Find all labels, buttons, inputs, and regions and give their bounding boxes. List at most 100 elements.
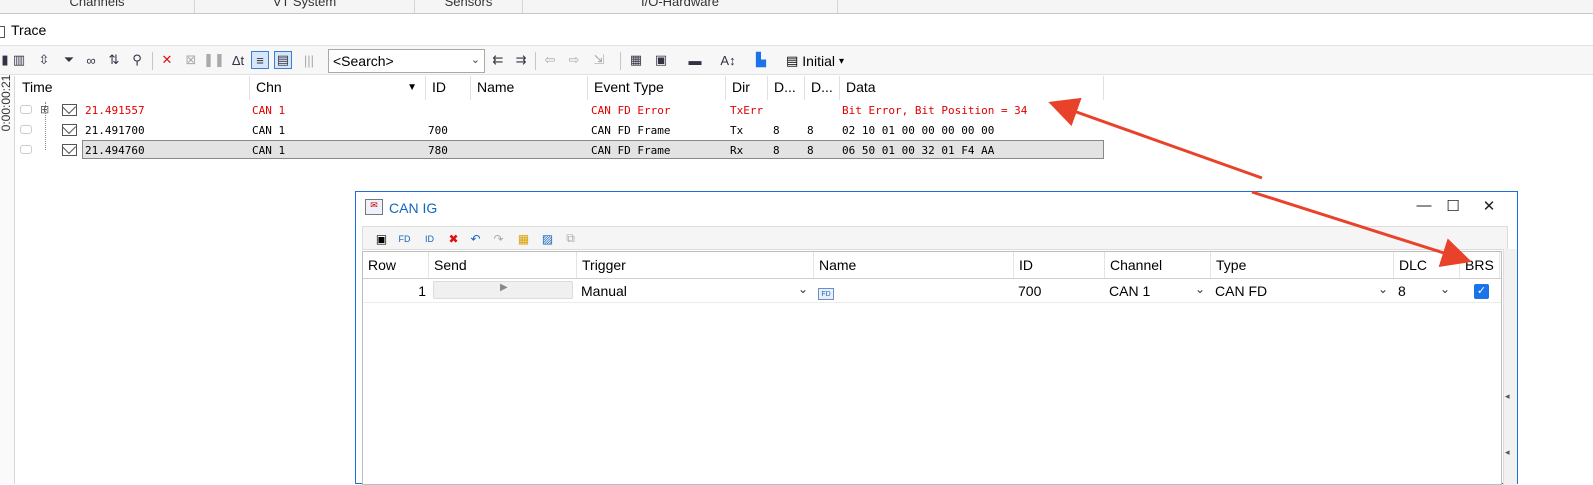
minimize-button[interactable]: — (1409, 197, 1439, 214)
image-icon[interactable]: ▨ (539, 230, 556, 247)
dlc-select[interactable]: 8 ⌄ (1394, 280, 1456, 302)
close-button[interactable]: ✕ (1474, 197, 1504, 215)
col-row[interactable]: Row (363, 252, 429, 278)
channel-select[interactable]: CAN 1 ⌄ (1105, 280, 1211, 302)
columns-icon[interactable]: ||| (300, 51, 318, 69)
initial-layout-button[interactable]: ▤ Initial ▾ (786, 51, 844, 71)
pause-icon[interactable]: ❚❚ (203, 51, 225, 69)
cell-data: Bit Error, Bit Position = 34 (842, 104, 1028, 117)
search-input[interactable]: <Search> ⌄ (328, 49, 485, 73)
trace-icon (0, 26, 5, 38)
delete-icon[interactable]: ✖ (445, 230, 462, 247)
can-ig-dialog: ✉ CAN IG — ☐ ✕ ▣ FD ID ✖ ↶ ↷ ▦ ▨ ⧉ Row S… (355, 191, 1518, 485)
col-dir[interactable]: Dir (726, 76, 768, 100)
delete-icon[interactable]: ✕ (158, 51, 176, 69)
brs-cell: ✓ (1460, 280, 1500, 302)
col-type[interactable]: Type (1211, 252, 1394, 278)
send-button[interactable]: ▶ (433, 281, 573, 299)
arrow-left-icon[interactable]: ⇦ (541, 51, 559, 69)
tab-io-hardware[interactable]: I/O-Hardware (523, 0, 838, 13)
col-chn-label: Chn (256, 79, 282, 95)
text-size-icon[interactable]: A↕ (719, 51, 737, 69)
database-icon[interactable]: ▦ (515, 230, 532, 247)
chevron-down-icon: ▼ (407, 82, 417, 93)
cell-data-length: 8 (807, 144, 814, 157)
col-data[interactable]: Data (840, 76, 1104, 100)
cell-event-type: CAN FD Error (591, 104, 671, 117)
col-send[interactable]: Send (429, 252, 577, 278)
chevron-down-icon: ⌄ (1439, 282, 1450, 296)
dialog-scrollbar[interactable]: ◂ ◂ (1503, 249, 1517, 485)
trace-toolbar: ▮ ▥ ⇳ ⏷ ∞ ⇅ ⚲ ✕ ⊠ ❚❚ Δt ≡ ▤ ||| <Search>… (0, 45, 1593, 75)
add-fd-message-icon[interactable]: FD (396, 230, 413, 247)
trace-row[interactable]: 21.491557 CAN 1 CAN FD Error TxErr Bit E… (16, 101, 1104, 121)
add-fd-id-icon[interactable]: ID (421, 230, 438, 247)
col-brs[interactable]: BRS (1460, 252, 1500, 278)
separator-icon[interactable]: ▬ (686, 51, 704, 69)
trace-window-title: Trace (0, 20, 1593, 42)
undo-icon[interactable]: ↶ (467, 230, 484, 247)
cell-chn: CAN 1 (252, 124, 286, 137)
col-name[interactable]: Name (471, 76, 588, 100)
layout-icon[interactable]: ▦ (627, 51, 645, 69)
cell-event-type: CAN FD Frame (591, 144, 671, 157)
chevron-down-icon[interactable]: ⌄ (471, 53, 480, 66)
cell-time: 21.491700 (85, 124, 145, 137)
chevron-down-icon: ⌄ (797, 282, 808, 296)
dialog-titlebar[interactable]: ✉ CAN IG — ☐ ✕ (356, 192, 1517, 223)
maximize-button[interactable]: ☐ (1438, 197, 1468, 215)
binoculars-icon[interactable]: ⚲ (128, 51, 146, 69)
tab-channels[interactable]: Channels (0, 0, 195, 13)
clear-filter-icon[interactable]: ⊠ (182, 51, 200, 69)
arrow-right-icon[interactable]: ⇨ (565, 51, 583, 69)
col-chn[interactable]: Chn ▼ (250, 76, 426, 100)
cell-dir: Tx (730, 124, 744, 137)
dlc-value: 8 (1398, 283, 1406, 299)
statistics-icon[interactable]: ▥ (10, 51, 28, 69)
time-mode-icon[interactable]: ≡ (251, 51, 269, 69)
col-id[interactable]: ID (1014, 252, 1105, 278)
name-cell[interactable]: FD (814, 280, 1014, 302)
fd-message-icon: FD (818, 288, 834, 300)
col-name[interactable]: Name (814, 252, 1014, 278)
trace-row[interactable]: 21.491700 CAN 1 700 CAN FD Frame Tx 8 8 … (16, 121, 1104, 141)
scroll-icon[interactable]: ⇳ (35, 51, 53, 69)
top-tab-strip: Channels VT System Sensors I/O-Hardware (0, 0, 1593, 14)
scroll-handle-icon[interactable]: ◂ (1505, 447, 1510, 458)
id-cell[interactable]: 700 (1014, 280, 1105, 302)
type-select[interactable]: CAN FD ⌄ (1211, 280, 1394, 302)
color-icon[interactable]: ▙ (752, 51, 770, 69)
cell-data: 06 50 01 00 32 01 F4 AA (842, 144, 995, 157)
tab-vt-system[interactable]: VT System (195, 0, 415, 13)
filter-glasses-icon[interactable]: ∞ (82, 51, 100, 69)
scroll-handle-icon[interactable]: ◂ (1505, 391, 1510, 402)
col-data-length[interactable]: D... (805, 76, 840, 100)
cell-dlc: 8 (773, 144, 780, 157)
detail-view-icon[interactable]: ▤ (274, 51, 292, 69)
marker-icon[interactable]: ⇲ (590, 51, 608, 69)
col-dlc[interactable]: DLC (1394, 252, 1460, 278)
cell-time: 21.491557 (85, 104, 145, 117)
trace-row-selected[interactable]: 21.494760 CAN 1 780 CAN FD Frame Rx 8 8 … (82, 140, 1104, 159)
filter-sort-icon[interactable]: ⇅ (105, 51, 123, 69)
window-icon[interactable]: ▣ (652, 51, 670, 69)
col-channel[interactable]: Channel (1105, 252, 1211, 278)
col-time[interactable]: Time (16, 76, 250, 100)
tab-sensors[interactable]: Sensors (415, 0, 523, 13)
copy-icon[interactable]: ⧉ (562, 230, 579, 247)
checkbox-icon[interactable]: ✓ (1474, 284, 1489, 299)
add-message-icon[interactable]: ▣ (373, 230, 390, 247)
message-icon (62, 144, 77, 156)
trigger-select[interactable]: Manual ⌄ (577, 280, 814, 302)
filter-icon[interactable]: ⏷ (60, 51, 78, 69)
col-dlc[interactable]: D... (768, 76, 805, 100)
redo-icon[interactable]: ↷ (490, 230, 507, 247)
col-event-type[interactable]: Event Type (588, 76, 726, 100)
delta-time-icon[interactable]: Δt (229, 51, 247, 69)
find-next-icon[interactable]: ⇉ (512, 51, 530, 69)
col-trigger[interactable]: Trigger (577, 252, 814, 278)
cell-chn: CAN 1 (252, 144, 286, 157)
find-previous-icon[interactable]: ⇇ (489, 51, 507, 69)
col-id[interactable]: ID (426, 76, 471, 100)
cell-data: 02 10 01 00 00 00 00 00 (842, 124, 995, 137)
